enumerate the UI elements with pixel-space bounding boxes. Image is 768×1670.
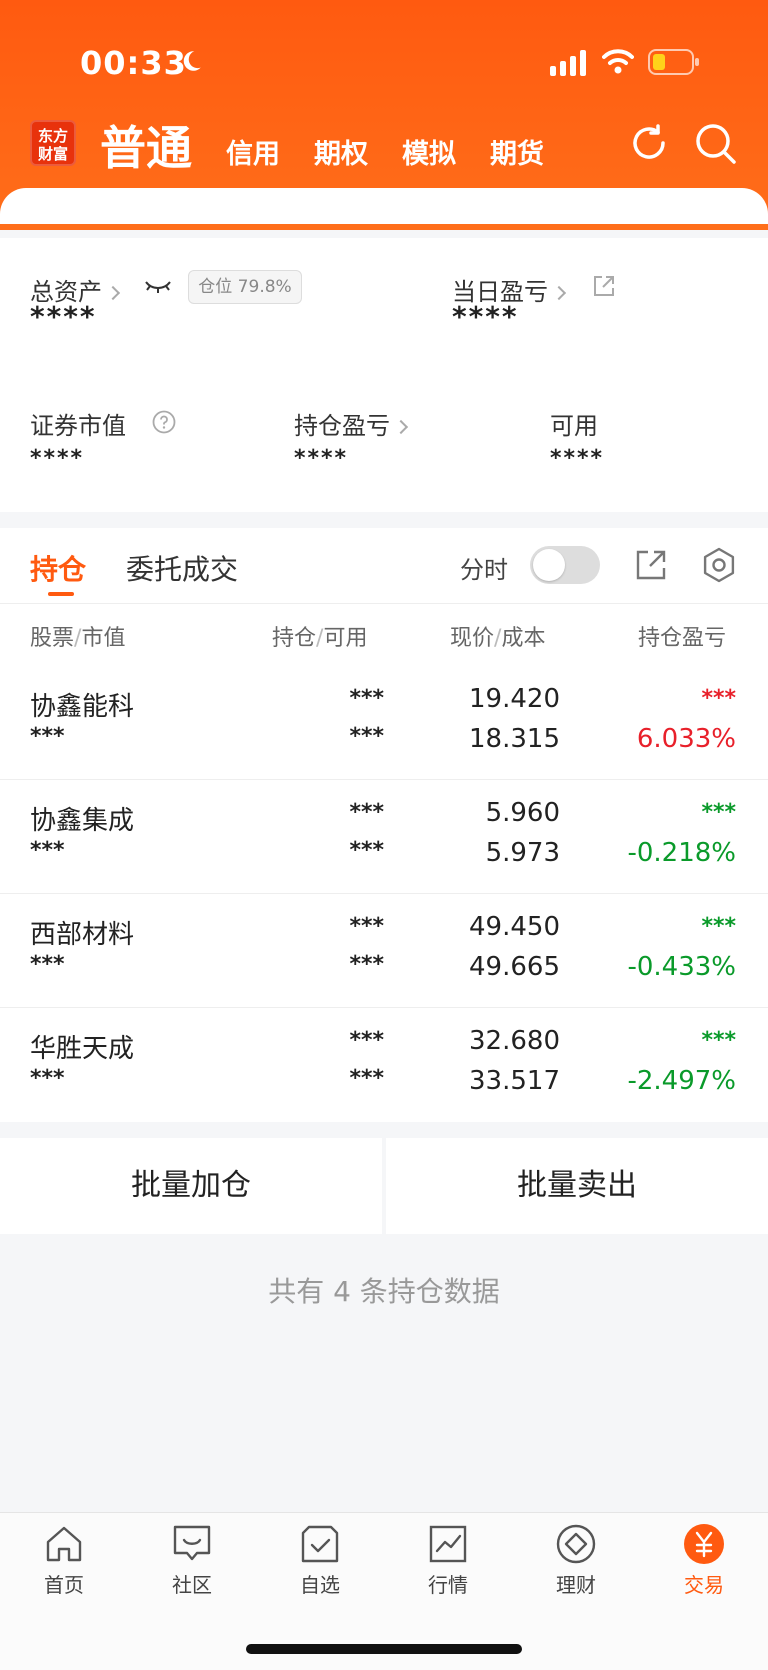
batch-sell-button[interactable]: 批量卖出 (386, 1138, 768, 1234)
tab-normal[interactable]: 普通 (100, 112, 192, 178)
status-time: 00:33 (80, 44, 187, 82)
tabbar-community[interactable]: 社区 (128, 1523, 256, 1603)
col-stock-value: 股票/市值 (30, 626, 126, 651)
eye-closed-icon[interactable] (144, 276, 172, 296)
external-link-icon[interactable] (592, 274, 616, 298)
table-row[interactable]: 西部材料 *** *** *** 49.450 49.665 *** -0.43… (0, 894, 768, 1008)
chevron-right-icon (393, 419, 409, 435)
tabbar-wealth[interactable]: 理财 (512, 1523, 640, 1603)
fenshi-toggle[interactable] (530, 546, 600, 584)
signal-icon (550, 50, 586, 76)
toggle-knob (533, 549, 565, 581)
share-icon[interactable] (634, 548, 668, 582)
tabbar-market[interactable]: 行情 (384, 1523, 512, 1603)
refresh-icon[interactable] (628, 122, 670, 164)
status-bar: 00:33 (0, 0, 768, 110)
home-icon (46, 1526, 82, 1562)
tab-holdings[interactable]: 持仓 (30, 548, 86, 588)
community-icon (173, 1525, 211, 1561)
chevron-right-icon (551, 285, 567, 301)
chevron-right-icon (105, 285, 121, 301)
total-assets-value: **** (30, 300, 97, 333)
position-ratio-badge: 仓位 79.8% (188, 270, 302, 304)
holdings-tabs: 持仓 委托成交 分时 (0, 528, 768, 604)
holding-pl-value: **** (294, 446, 349, 471)
header-curve (0, 188, 768, 224)
fenshi-label: 分时 (460, 556, 508, 584)
holdings-panel: 持仓 委托成交 分时 股票/市值 持仓/可用 现价/成本 持仓盈亏 协鑫能科 *… (0, 528, 768, 1122)
help-icon[interactable] (152, 410, 176, 434)
market-value-label: 证券市值 (30, 412, 126, 440)
trade-icon (684, 1524, 724, 1564)
app-logo: 东方 财富 (30, 120, 76, 166)
tabbar-trade[interactable]: 交易 (640, 1523, 768, 1603)
home-indicator (246, 1644, 522, 1654)
table-row[interactable]: 华胜天成 *** *** *** 32.680 33.517 *** -2.49… (0, 1008, 768, 1122)
battery-icon (648, 49, 699, 75)
daily-pl-value: **** (452, 300, 519, 333)
table-row[interactable]: 协鑫能科 *** *** *** 19.420 18.315 *** 6.033… (0, 666, 768, 780)
available-label: 可用 (550, 412, 598, 440)
tab-futures[interactable]: 期货 (490, 132, 544, 171)
wealth-icon (556, 1524, 596, 1564)
tab-underline (48, 592, 74, 596)
moon-icon (183, 51, 201, 71)
col-holding-pl: 持仓盈亏 (638, 626, 727, 651)
holding-pl-link[interactable]: 持仓盈亏 (294, 406, 409, 441)
wifi-icon (602, 49, 634, 74)
asset-summary: 总资产 仓位 79.8% **** 当日盈亏 **** 证券市值 **** 持仓… (0, 238, 768, 512)
table-row[interactable]: 协鑫集成 *** *** *** 5.960 5.973 *** -0.218% (0, 780, 768, 894)
tab-options[interactable]: 期权 (314, 132, 368, 171)
market-value-value: **** (30, 446, 85, 471)
batch-add-button[interactable]: 批量加仓 (0, 1138, 382, 1234)
search-icon[interactable] (694, 122, 738, 166)
market-icon (429, 1525, 467, 1563)
batch-actions: 批量加仓 批量卖出 (0, 1138, 768, 1234)
holdings-count-text: 共有 4 条持仓数据 (268, 1275, 500, 1308)
watchlist-icon (301, 1525, 339, 1563)
col-position-available: 持仓/可用 (272, 626, 368, 651)
tab-credit[interactable]: 信用 (226, 132, 280, 171)
tabbar-home[interactable]: 首页 (0, 1523, 128, 1603)
tab-simulation[interactable]: 模拟 (402, 132, 456, 171)
tab-orders[interactable]: 委托成交 (126, 548, 238, 588)
col-price-cost: 现价/成本 (450, 626, 546, 651)
account-type-tabs: 东方 财富 普通 信用 期权 模拟 期货 (0, 112, 768, 176)
tabbar-watchlist[interactable]: 自选 (256, 1523, 384, 1603)
available-value: **** (550, 446, 605, 471)
gear-icon[interactable] (700, 546, 738, 584)
